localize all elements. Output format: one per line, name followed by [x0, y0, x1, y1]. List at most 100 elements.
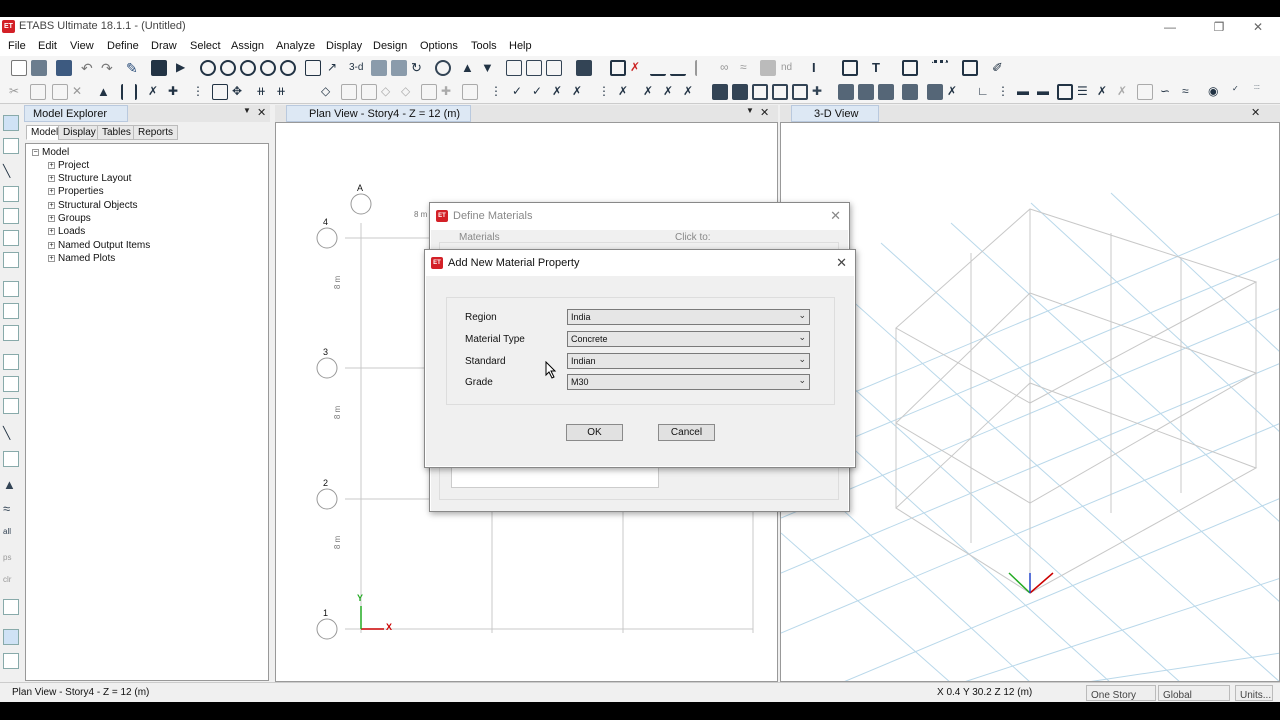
show-stress-icon[interactable] [752, 84, 768, 100]
zoom-window-icon[interactable] [200, 60, 216, 76]
draw-beam-icon[interactable] [650, 60, 666, 76]
units-table-icon[interactable]: ::: [1254, 84, 1270, 100]
assign-load-icon[interactable]: ◇ [381, 84, 397, 100]
menu-display[interactable]: Display [326, 40, 362, 52]
assign-diaphragm-icon[interactable]: ◇ [401, 84, 417, 100]
close-icon[interactable]: ✕ [1244, 19, 1272, 35]
assign-spandrel-icon[interactable]: ✚ [441, 84, 457, 100]
draw-column-icon[interactable] [670, 60, 686, 76]
quick-draw-brace-icon[interactable]: ▬ [1037, 84, 1053, 100]
reinforcing-icon[interactable] [962, 60, 978, 76]
shell-sections-icon[interactable] [902, 60, 918, 76]
select-window-icon[interactable] [3, 186, 19, 202]
assign-area-load-icon[interactable]: ✗ [663, 84, 679, 100]
assign-offset-icon[interactable]: ✓ [532, 84, 548, 100]
snap-icon[interactable]: ◉ [1208, 84, 1224, 100]
tree-item-project[interactable]: + Project [48, 160, 89, 171]
divide-frames-icon[interactable]: ✗ [148, 84, 164, 100]
detail-icon[interactable]: ∟ [977, 84, 993, 100]
show-mode-icon[interactable] [792, 84, 808, 100]
previous-select-button[interactable]: ps [3, 553, 19, 569]
section-cut-icon[interactable]: I [812, 60, 828, 76]
draw-rebar-icon[interactable]: ✓ [1232, 84, 1248, 100]
clear-select-button[interactable]: clr [3, 575, 19, 591]
menu-file[interactable]: File [8, 40, 26, 52]
save-icon[interactable] [56, 60, 72, 76]
draw-rect-icon[interactable] [3, 303, 19, 319]
design-steel-icon[interactable] [838, 84, 854, 100]
assign-shell-icon[interactable]: ◇ [321, 84, 337, 100]
nd-button[interactable]: nd [781, 60, 799, 76]
reshaper-icon[interactable] [3, 138, 19, 154]
object-shrink-icon[interactable] [506, 60, 522, 76]
set-display-icon[interactable] [526, 60, 542, 76]
draw-column-tool-icon[interactable] [3, 354, 19, 370]
select-all-icon[interactable] [3, 230, 19, 246]
material-type-select[interactable]: Concrete ⌄ [567, 331, 810, 347]
pointer-icon[interactable]: ↗ [327, 60, 343, 76]
design-wall-icon[interactable] [902, 84, 918, 100]
tree-item-named-plots[interactable]: + Named Plots [48, 253, 115, 264]
move-down-icon[interactable]: ▼ [481, 60, 497, 76]
zoom-full-icon[interactable] [240, 60, 256, 76]
tree-item-groups[interactable]: + Groups [48, 213, 91, 224]
assign-mesh-icon[interactable] [462, 84, 478, 100]
tee-section-icon[interactable]: T [872, 60, 888, 76]
elevation-view-icon[interactable] [391, 60, 407, 76]
design-check-icon[interactable]: ✗ [947, 84, 963, 100]
show-reactions-icon[interactable] [772, 84, 788, 100]
draw-beam-tool-icon[interactable] [3, 376, 19, 392]
quick-draw-beam-icon[interactable]: ▬ [1017, 84, 1033, 100]
cut-icon[interactable]: ✂ [9, 84, 25, 100]
draw-area-icon[interactable] [760, 60, 776, 76]
zoom-in-icon[interactable] [260, 60, 276, 76]
menu-options[interactable]: Options [420, 40, 458, 52]
menu-define[interactable]: Define [107, 40, 139, 52]
grade-select[interactable]: M30 ⌄ [567, 374, 810, 390]
assign-joint-icon[interactable] [361, 84, 377, 100]
show-story-response-icon[interactable]: ✚ [812, 84, 828, 100]
pan-icon[interactable] [305, 60, 321, 76]
tree-item-structural-objects[interactable]: + Structural Objects [48, 200, 137, 211]
assign-release-icon[interactable]: ✓ [512, 84, 528, 100]
plan-view-close-icon[interactable]: ✕ [760, 106, 769, 119]
draw-brace-icon[interactable]: ✗ [630, 60, 646, 76]
snap-intersect-icon[interactable] [3, 653, 19, 669]
run-analysis-icon[interactable]: ▶ [176, 60, 192, 76]
new-model-icon[interactable] [11, 60, 27, 76]
assign-hinge-icon[interactable]: ✗ [572, 84, 588, 100]
tree-item-loads[interactable]: + Loads [48, 226, 85, 237]
select-intersect-icon[interactable] [3, 208, 19, 224]
draw-curve-icon[interactable]: ∽ [1160, 84, 1176, 100]
menu-design[interactable]: Design [373, 40, 407, 52]
copy-icon[interactable] [30, 84, 46, 100]
draw-brace-tool-icon[interactable] [3, 398, 19, 414]
paste-icon[interactable] [52, 84, 68, 100]
rotate-icon[interactable]: ↻ [411, 60, 427, 76]
move-icon[interactable]: ✥ [232, 84, 248, 100]
menu-analyze[interactable]: Analyze [276, 40, 315, 52]
assign-grid-icon[interactable] [341, 84, 357, 100]
quick-draw-slab-icon[interactable] [1137, 84, 1153, 100]
tree-root-model[interactable]: − Model [32, 147, 69, 158]
draw-grid-tool-icon[interactable] [3, 451, 19, 467]
story-select[interactable]: One Story [1086, 685, 1156, 701]
assign-frame-load-icon[interactable]: ✗ [643, 84, 659, 100]
draw-tendon-icon[interactable]: ≈ [1182, 84, 1198, 100]
snap-grid-icon[interactable] [3, 629, 19, 645]
draw-dimension-icon[interactable]: ✐ [992, 60, 1008, 76]
design-concrete-icon[interactable] [858, 84, 874, 100]
quick-draw-frame-icon[interactable]: ⋮ [997, 84, 1013, 100]
edit-area-icon[interactable]: ⧺ [276, 84, 292, 100]
3d-view-close-icon[interactable]: ✕ [1251, 106, 1260, 119]
tab-display[interactable]: Display [58, 125, 101, 140]
3d-view-button[interactable]: 3-d [349, 60, 369, 76]
move-up-icon[interactable]: ▲ [461, 60, 477, 76]
menu-assign[interactable]: Assign [231, 40, 264, 52]
zoom-out-icon[interactable] [280, 60, 296, 76]
refresh-icon[interactable]: ✎ [126, 60, 142, 76]
set-building-view-icon[interactable] [546, 60, 562, 76]
join-frames-icon[interactable]: ✚ [168, 84, 184, 100]
tendon-icon[interactable] [932, 60, 948, 76]
cancel-button[interactable]: Cancel [658, 424, 715, 441]
